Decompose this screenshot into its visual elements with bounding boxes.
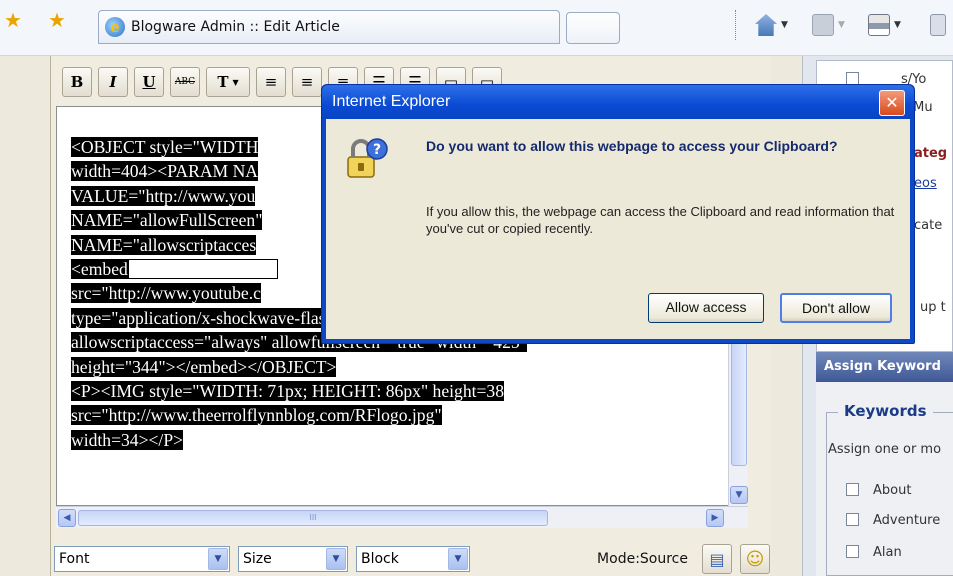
scroll-right-button[interactable]: ▶ [706,509,724,527]
smiley-icon: ☺ [745,548,765,570]
editor-status-bar: Font ▼ Size ▼ Block ▼ Mode:Source ▤ ☺ [50,542,770,576]
text-color-button[interactable]: T ▼ [206,67,250,97]
block-select[interactable]: Block ▼ [356,546,470,572]
scrollbar-thumb[interactable]: III [78,510,548,526]
code-line: NAME="allowscriptacces [71,234,257,255]
dont-allow-button[interactable]: Don't allow [780,293,892,323]
rss-feed-icon [812,14,834,36]
setup-link[interactable]: up t [920,300,946,315]
browser-tab[interactable]: e Blogware Admin :: Edit Article [98,10,560,44]
allow-access-button[interactable]: Allow access [648,293,764,323]
keywords-legend: Keywords [838,402,933,420]
chevron-down-icon: ▼ [232,77,239,87]
svg-text:?: ? [373,142,381,158]
align-center-icon: ≡ [300,73,314,91]
toolbar-separator [735,10,736,40]
code-line: VALUE="http://www.you [71,185,256,206]
security-lock-icon: ? [347,138,388,178]
code-line: src="http://www.theerrolflynnblog.com/RF… [71,405,442,426]
categories-heading: ateg [914,146,948,161]
mode-label: Mode:Source [597,551,688,567]
videos-link[interactable]: eos [914,176,937,191]
font-select[interactable]: Font ▼ [54,546,230,572]
align-left-button[interactable]: ≡ [256,67,286,97]
bold-button[interactable]: B [62,67,92,97]
close-icon: ✕ [885,93,899,112]
feeds-button[interactable]: ▼ [812,12,845,38]
chevron-down-icon: ▼ [838,20,845,30]
keyword-checkbox[interactable] [846,513,859,526]
favorites-star-icon[interactable]: ★ [4,8,22,32]
keyword-label: Adventure [873,513,941,528]
assign-instructions: Assign one or mo [828,442,942,457]
keyword-item[interactable]: Adventure [846,513,940,528]
page-menu-button[interactable] [930,12,946,38]
align-left-icon: ≡ [264,73,278,91]
close-button[interactable]: ✕ [879,90,905,116]
toggle-mode-button[interactable]: ▤ [702,544,732,574]
size-select-value: Size [243,551,272,567]
source-view-icon: ▤ [709,549,725,569]
horizontal-scrollbar[interactable]: ◀ III ▶ [56,506,748,528]
keyword-label: About [873,483,912,498]
add-favorites-icon[interactable]: ★ [48,8,66,32]
code-line: src="http://www.youtube.c [71,283,261,304]
clipboard-permission-dialog: Internet Explorer ✕ ? Do you want to all… [321,84,915,344]
code-line: <OBJECT style="WIDTH [71,137,259,157]
printer-icon [868,14,890,36]
keyword-checkbox[interactable] [846,545,859,558]
dialog-body: ? Do you want to allow this webpage to a… [326,119,910,339]
add-category-input[interactable]: cate [914,218,942,233]
chevron-down-icon: ▼ [208,548,228,570]
keyword-item[interactable]: About [846,483,911,498]
chevron-down-icon: ▼ [448,548,468,570]
code-line: height="344"></embed></OBJECT> [71,356,337,377]
code-line: <embed [71,258,128,279]
italic-button[interactable]: I [98,67,128,97]
keyword-label: Alan [873,545,902,560]
keyword-checkbox[interactable] [846,483,859,496]
dialog-description: If you allow this, the webpage can acces… [426,204,895,236]
chevron-down-icon: ▼ [326,548,346,570]
tab-title: Blogware Admin :: Edit Article [131,19,340,35]
scroll-left-button[interactable]: ◀ [58,509,76,527]
home-icon [755,14,777,36]
home-button[interactable]: ▼ [755,12,788,38]
font-select-value: Font [59,551,90,567]
code-line: width=34></P> [71,429,184,450]
chevron-down-icon: ▼ [894,20,901,30]
new-tab-button[interactable] [566,12,620,44]
browser-toolbar: ★ ★ e Blogware Admin :: Edit Article ▼ ▼… [0,0,953,56]
scroll-down-button[interactable]: ▼ [730,486,748,504]
code-line: width=404><PARAM NA [71,161,259,182]
assign-keywords-header: Assign Keyword [816,352,953,382]
dialog-title: Internet Explorer [322,85,914,119]
ie-logo-icon: e [105,17,125,37]
chevron-down-icon: ▼ [781,20,788,30]
print-button[interactable]: ▼ [868,12,901,38]
strikethrough-button[interactable]: ABC [170,67,200,97]
block-select-value: Block [361,551,399,567]
code-line: NAME="allowFullScreen" [71,210,263,231]
code-line: type="application/x-shockwave-flash" [71,307,342,328]
embed-placeholder [127,258,278,279]
page-icon [930,14,946,36]
emoticon-button[interactable]: ☺ [740,544,770,574]
dialog-question: Do you want to allow this webpage to acc… [426,138,838,154]
text-color-label: T [217,73,229,91]
underline-button[interactable]: U [134,67,164,97]
size-select[interactable]: Size ▼ [238,546,348,572]
keyword-item[interactable]: Alan [846,545,902,560]
align-center-button[interactable]: ≡ [292,67,322,97]
code-line: <P><IMG style="WIDTH: 71px; HEIGHT: 86px… [71,380,505,401]
